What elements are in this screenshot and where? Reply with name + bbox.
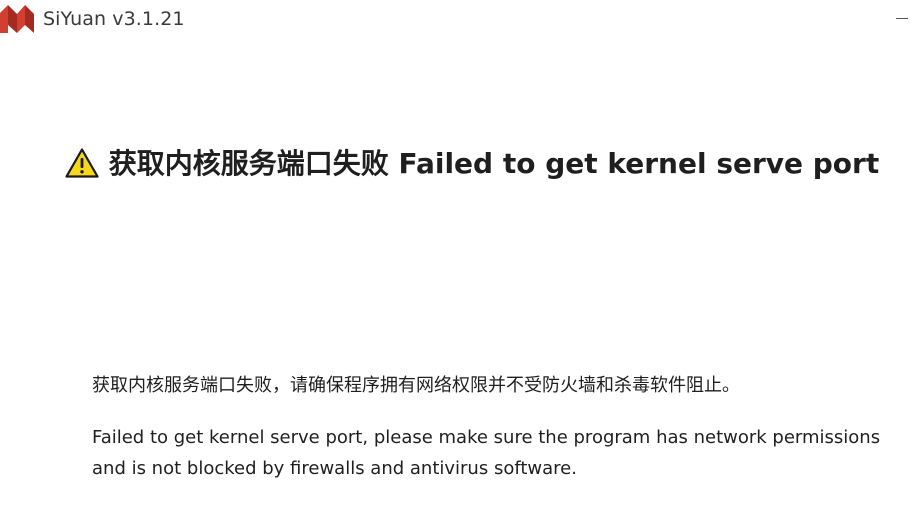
window-title: SiYuan v3.1.21 (43, 8, 185, 30)
minimize-button[interactable] (878, 0, 924, 36)
error-heading: 获取内核服务端口失败 Failed to get kernel serve po… (60, 148, 884, 179)
warning-icon (65, 148, 99, 178)
app-window: SiYuan v3.1.21 获取内核服务端口失败 Failed to get … (0, 0, 924, 521)
error-heading-text: 获取内核服务端口失败 Failed to get kernel serve po… (108, 147, 880, 180)
error-message-cn: 获取内核服务端口失败，请确保程序拥有网络权限并不受防火墙和杀毒软件阻止。 (92, 375, 740, 396)
siyuan-logo-icon (0, 5, 34, 33)
error-message-en: Failed to get kernel serve port, please … (92, 427, 881, 479)
minimize-icon (896, 18, 908, 19)
title-bar[interactable]: SiYuan v3.1.21 (0, 0, 924, 40)
error-message: 获取内核服务端口失败，请确保程序拥有网络权限并不受防火墙和杀毒软件阻止。 Fai… (92, 370, 892, 484)
